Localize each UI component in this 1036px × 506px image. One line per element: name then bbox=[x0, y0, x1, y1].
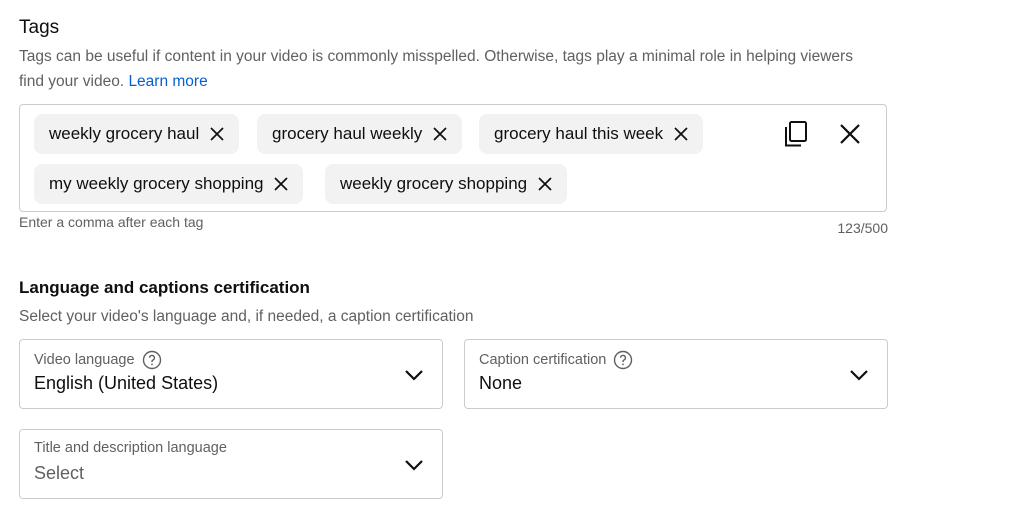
video-language-dropdown[interactable]: Video language English (United States) bbox=[19, 339, 443, 409]
tags-description: Tags can be useful if content in your vi… bbox=[19, 44, 879, 94]
language-section-title: Language and captions certification bbox=[19, 278, 310, 297]
tag-chip: weekly grocery haul bbox=[34, 114, 240, 154]
caption-certification-value: None bbox=[479, 373, 523, 393]
chevron-down-icon bbox=[847, 363, 871, 387]
remove-tag-close-icon[interactable] bbox=[271, 174, 291, 194]
title-description-language-value: Select bbox=[34, 463, 85, 483]
video-language-label: Video language bbox=[34, 352, 135, 368]
video-language-value: English (United States) bbox=[34, 373, 219, 393]
tags-title: Tags bbox=[19, 17, 60, 38]
tag-chip: grocery haul weekly bbox=[257, 114, 463, 154]
video-language-label-row: Video language bbox=[34, 350, 162, 370]
tags-input-box[interactable]: weekly grocery haul grocery haul weekly … bbox=[19, 104, 887, 212]
tag-chip-label: grocery haul this week bbox=[494, 124, 664, 143]
remove-tag-close-icon[interactable] bbox=[535, 174, 555, 194]
chevron-down-icon bbox=[402, 453, 426, 477]
caption-certification-label-row: Caption certification bbox=[479, 350, 633, 370]
title-description-language-label-row: Title and description language bbox=[34, 440, 227, 456]
tag-chip: weekly grocery shopping bbox=[325, 164, 568, 204]
chevron-down-icon bbox=[402, 363, 426, 387]
language-section-description: Select your video's language and, if nee… bbox=[19, 308, 474, 325]
remove-tag-close-icon[interactable] bbox=[430, 124, 450, 144]
tags-character-counter: 123/500 bbox=[837, 220, 888, 236]
tag-chip-label: my weekly grocery shopping bbox=[49, 174, 264, 193]
tag-chip-label: weekly grocery shopping bbox=[340, 174, 528, 193]
help-icon[interactable] bbox=[613, 350, 633, 370]
learn-more-link[interactable]: Learn more bbox=[128, 73, 207, 90]
help-icon[interactable] bbox=[142, 350, 162, 370]
remove-tag-close-icon[interactable] bbox=[207, 124, 227, 144]
tag-chip: grocery haul this week bbox=[479, 114, 704, 154]
remove-tag-close-icon[interactable] bbox=[671, 124, 691, 144]
tag-chip-label: grocery haul weekly bbox=[272, 124, 423, 143]
title-description-language-dropdown[interactable]: Title and description language Select bbox=[19, 429, 443, 499]
title-description-language-label: Title and description language bbox=[34, 440, 227, 456]
copy-icon[interactable] bbox=[782, 120, 810, 148]
tag-chip: my weekly grocery shopping bbox=[34, 164, 304, 204]
tag-chip-label: weekly grocery haul bbox=[49, 124, 200, 143]
tags-helper-text: Enter a comma after each tag bbox=[19, 214, 204, 230]
clear-all-close-icon[interactable] bbox=[836, 120, 864, 148]
caption-certification-dropdown[interactable]: Caption certification None bbox=[464, 339, 888, 409]
caption-certification-label: Caption certification bbox=[479, 352, 607, 368]
